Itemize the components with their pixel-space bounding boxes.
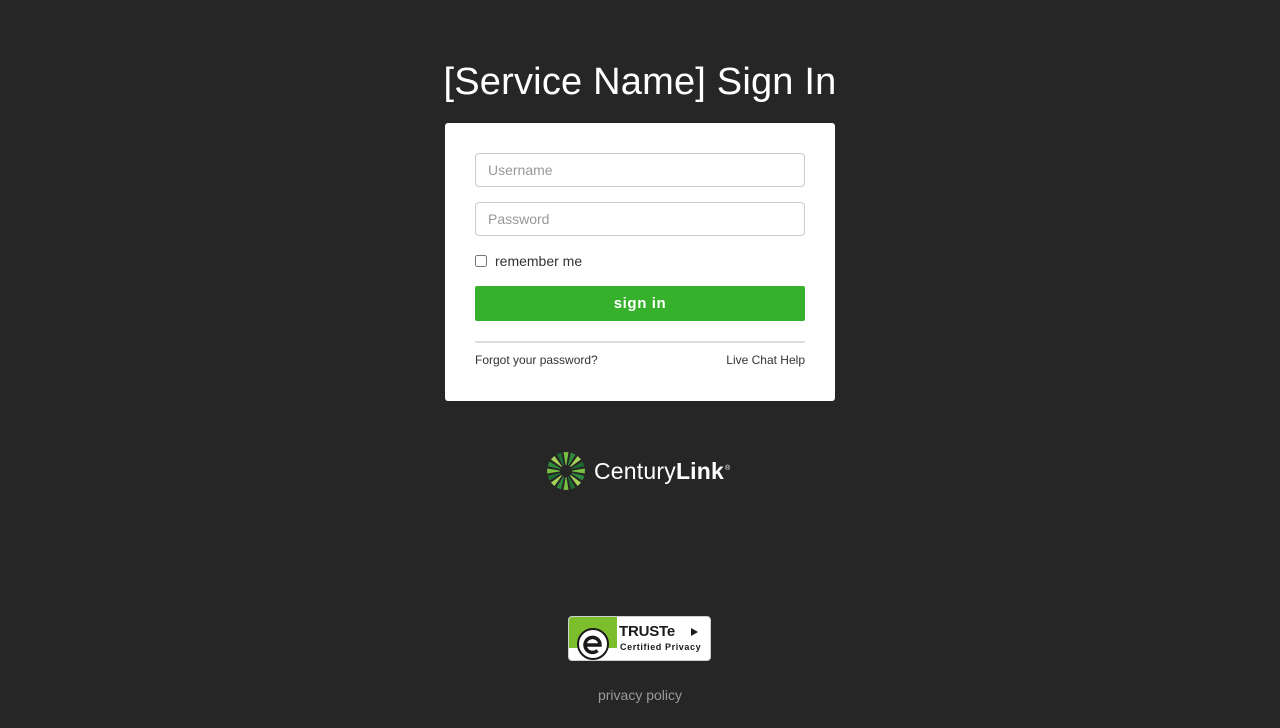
seal-name: TRUSTe xyxy=(619,623,676,640)
brand-name-light: Century xyxy=(594,457,676,484)
help-links: Forgot your password? Live Chat Help xyxy=(475,353,805,367)
centurylink-logo: CenturyLink® xyxy=(546,451,730,491)
username-field[interactable] xyxy=(475,153,805,187)
privacy-footer: privacy policy xyxy=(0,687,1280,703)
password-field[interactable] xyxy=(475,202,805,236)
sign-in-page: [Service Name] Sign In remember me sign … xyxy=(0,0,1280,728)
logo-ray xyxy=(563,476,569,490)
remember-me-row: remember me xyxy=(475,253,805,269)
truste-seal[interactable]: TRUSTe Certified Privacy xyxy=(568,616,711,661)
page-title: [Service Name] Sign In xyxy=(443,61,837,103)
live-chat-help-link[interactable]: Live Chat Help xyxy=(726,353,805,367)
remember-me-label[interactable]: remember me xyxy=(495,253,582,269)
privacy-policy-link[interactable]: privacy policy xyxy=(598,687,682,703)
divider xyxy=(475,341,805,343)
sign-in-button[interactable]: sign in xyxy=(475,286,805,321)
logo-ray xyxy=(571,468,585,474)
centurylink-logo-icon xyxy=(546,451,586,491)
brand-name-bold: Link xyxy=(675,457,725,484)
remember-me-checkbox[interactable] xyxy=(475,255,487,267)
brand-registered-mark: ® xyxy=(725,464,731,472)
logo-ray xyxy=(563,452,569,466)
seal-subtitle: Certified Privacy xyxy=(620,642,702,652)
logo-ray xyxy=(547,468,561,474)
forgot-password-link[interactable]: Forgot your password? xyxy=(475,353,598,367)
brand-wordmark: CenturyLink® xyxy=(594,458,730,485)
play-arrow-icon xyxy=(691,628,698,636)
sign-in-card: remember me sign in Forgot your password… xyxy=(445,123,835,401)
